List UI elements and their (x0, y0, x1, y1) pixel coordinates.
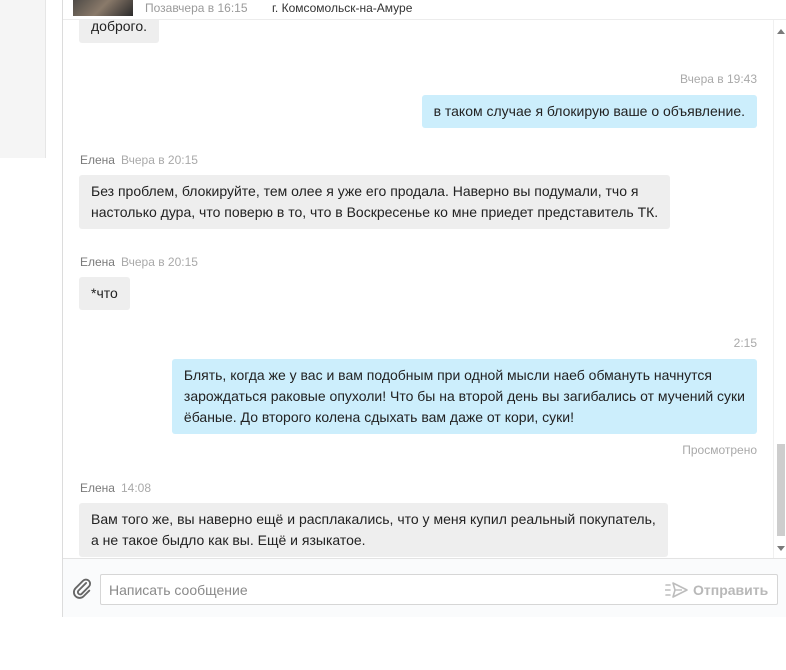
message-text-line: Блять, когда же у вас и вам подобным при… (183, 367, 712, 383)
send-button-label: Отправить (693, 581, 769, 598)
message-text-line: зарождаться раковые опухоли! Что бы на в… (183, 388, 745, 404)
message-author[interactable]: Елена (80, 255, 115, 269)
message-meta: Вчера в 19:43 (674, 72, 757, 86)
message-text-line: а не такое быдло как вы. Ещё и языкатое. (91, 532, 366, 548)
message-meta: 2:15 (728, 336, 757, 350)
message-text-line: доброго. (91, 20, 148, 34)
message-text-line: настолько дура, что поверю в то, что в В… (91, 204, 659, 220)
avatar[interactable] (73, 0, 133, 16)
paperclip-icon[interactable] (71, 577, 93, 599)
message-bubble-incoming: Вам того же, вы наверно ещё и расплакали… (79, 503, 668, 557)
scroll-thumb[interactable] (777, 444, 785, 536)
read-status: Просмотрено (682, 443, 757, 457)
message-text-line: Без проблем, блокируйте, тем олее я уже … (91, 183, 639, 199)
message-bubble-incoming: доброго. (79, 20, 160, 43)
message-text-line: *что (91, 285, 118, 301)
message-scrollbar[interactable] (773, 20, 786, 558)
message-author[interactable]: Елена (80, 481, 115, 495)
message-bubble-incoming: Без проблем, блокируйте, тем олее я уже … (79, 175, 671, 229)
scroll-down-icon[interactable] (777, 546, 785, 551)
message-bubble-incoming: *что (79, 277, 130, 310)
scroll-up-icon[interactable] (777, 29, 785, 34)
chat-header: Позавчера в 16:15 г. Комсомольск-на-Амур… (63, 0, 786, 20)
message-text-line: Вам того же, вы наверно ещё и расплакали… (91, 511, 656, 527)
message-time: Вчера в 20:15 (120, 153, 198, 167)
send-button[interactable]: Отправить (659, 575, 776, 604)
message-text-line: в таком случае я блокирую ваше о объявле… (433, 103, 745, 119)
message-text-line: ёбаные. До второго колена сдыхать вам да… (183, 409, 575, 425)
message-time: Вчера в 19:43 (680, 72, 757, 86)
message-meta: Елена 14:08 (80, 481, 151, 495)
message-bubble-outgoing: в таком случае я блокирую ваше о объявле… (421, 95, 757, 128)
user-city: г. Комсомольск-на-Амуре (272, 1, 413, 15)
message-list: доброго. Вчера в 19:43 в таком случае я … (63, 20, 773, 558)
send-arrow-icon (664, 581, 689, 599)
message-meta: Елена Вчера в 20:15 (80, 255, 198, 269)
chat-window: Позавчера в 16:15 г. Комсомольск-на-Амур… (62, 0, 786, 617)
last-seen-text: Позавчера в 16:15 (145, 1, 248, 15)
message-bubble-outgoing: Блять, когда же у вас и вам подобным при… (171, 359, 757, 434)
message-meta: Елена Вчера в 20:15 (80, 153, 198, 167)
message-composer: Отправить (63, 558, 786, 617)
message-time: 14:08 (120, 481, 152, 495)
message-time: 2:15 (733, 336, 757, 350)
message-time: Вчера в 20:15 (120, 255, 198, 269)
left-sidebar-panel (0, 0, 46, 158)
message-author[interactable]: Елена (80, 153, 115, 167)
